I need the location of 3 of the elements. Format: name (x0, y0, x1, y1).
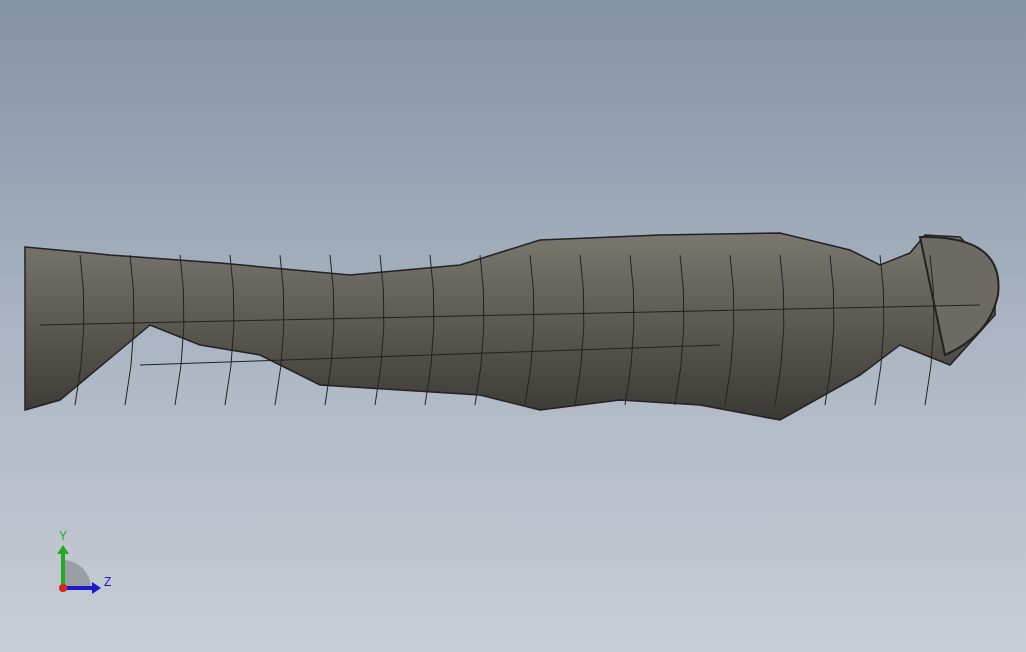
axis-label: Y (59, 530, 67, 542)
axis-label: Z (104, 576, 112, 588)
origin-dot-icon (59, 584, 67, 592)
